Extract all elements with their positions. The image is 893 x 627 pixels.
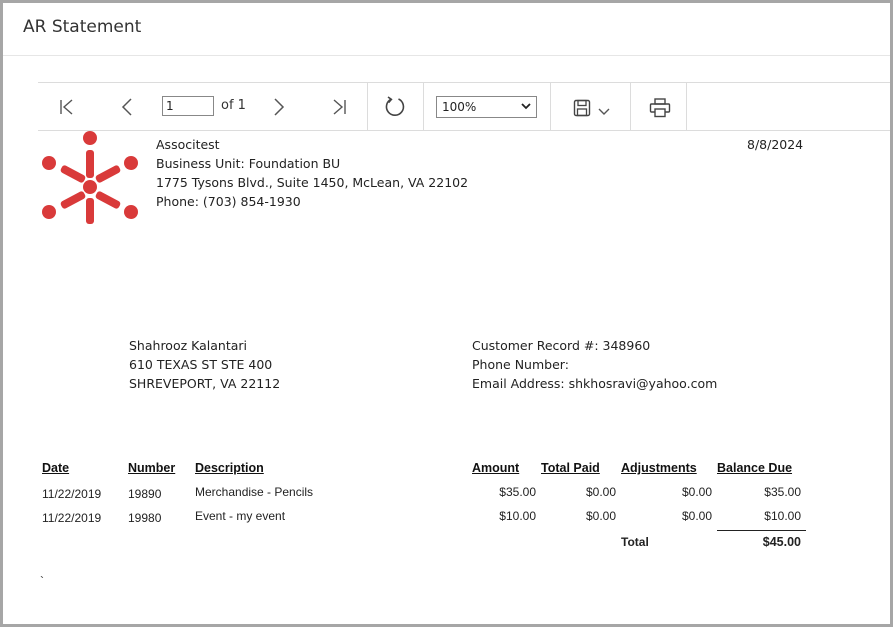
company-phone: Phone: (703) 854-1930: [156, 194, 301, 209]
table-row-1-adjustments: $0.00: [681, 485, 712, 499]
total-value: $45.00: [762, 535, 801, 549]
chevron-down-icon: [521, 103, 531, 110]
title-divider: [3, 55, 890, 56]
prev-page-icon[interactable]: [120, 98, 134, 116]
first-page-icon[interactable]: [58, 98, 76, 116]
table-row-1-amount: $35.00: [499, 485, 536, 499]
table-row-1-balance-due: $35.00: [764, 485, 801, 499]
toolbar-separator: [367, 83, 368, 130]
zoom-value: 100%: [442, 100, 477, 114]
column-header-total-paid: Total Paid: [541, 461, 600, 475]
customer-address-line1: 610 TEXAS ST STE 400: [129, 357, 273, 372]
column-header-description: Description: [195, 461, 264, 475]
total-divider: [717, 530, 806, 531]
customer-address-line2: SHREVEPORT, VA 22112: [129, 376, 281, 391]
toolbar-separator: [423, 83, 424, 130]
report-window: AR Statement 1 of 1 100% Associtest Busi…: [0, 0, 893, 627]
column-header-date: Date: [42, 461, 70, 475]
table-row-2-total-paid: $0.00: [585, 509, 616, 523]
table-row-1-date: 11/22/2019: [42, 487, 102, 501]
toolbar-separator: [686, 83, 687, 130]
total-label: Total: [621, 535, 649, 549]
toolbar-separator: [630, 83, 631, 130]
table-row-2-date: 11/22/2019: [42, 511, 102, 525]
toolbar-separator: [550, 83, 551, 130]
customer-phone-number: Phone Number:: [472, 357, 569, 372]
statement-date: 8/8/2024: [747, 137, 804, 152]
column-header-amount: Amount: [472, 461, 520, 475]
table-row-1-number: 19890: [128, 487, 162, 501]
table-row-1-total-paid: $0.00: [585, 485, 616, 499]
table-row-2-number: 19980: [128, 511, 162, 525]
last-page-icon[interactable]: [330, 98, 348, 116]
customer-record-number: Customer Record #: 348960: [472, 338, 651, 353]
table-row-2-amount: $10.00: [499, 509, 536, 523]
company-address: 1775 Tysons Blvd., Suite 1450, McLean, V…: [156, 175, 469, 190]
zoom-select[interactable]: 100%: [436, 96, 537, 118]
table-row-1-description: Merchandise - Pencils: [195, 485, 314, 499]
customer-name: Shahrooz Kalantari: [129, 338, 247, 353]
table-row-2-adjustments: $0.00: [681, 509, 712, 523]
save-icon[interactable]: [573, 99, 591, 117]
customer-email: Email Address: shkhosravi@yahoo.com: [472, 376, 718, 391]
column-header-adjustments: Adjustments: [621, 461, 697, 475]
print-icon[interactable]: [649, 98, 671, 118]
table-row-2-balance-due: $10.00: [764, 509, 801, 523]
page-count-label: of 1: [221, 98, 246, 113]
column-header-number: Number: [128, 461, 176, 475]
company-name: Associtest: [156, 137, 220, 152]
column-header-balance-due: Balance Due: [717, 461, 793, 475]
page-title: AR Statement: [23, 17, 142, 37]
next-page-icon[interactable]: [272, 98, 286, 116]
company-business-unit: Business Unit: Foundation BU: [156, 156, 341, 171]
report-toolbar: 1 of 1 100%: [38, 82, 890, 131]
page-number-input[interactable]: 1: [162, 96, 214, 116]
footer-mark: `: [40, 574, 44, 588]
refresh-icon[interactable]: [384, 96, 406, 118]
chevron-down-icon[interactable]: [598, 107, 610, 117]
table-row-2-description: Event - my event: [195, 509, 286, 523]
company-logo: [42, 131, 138, 224]
